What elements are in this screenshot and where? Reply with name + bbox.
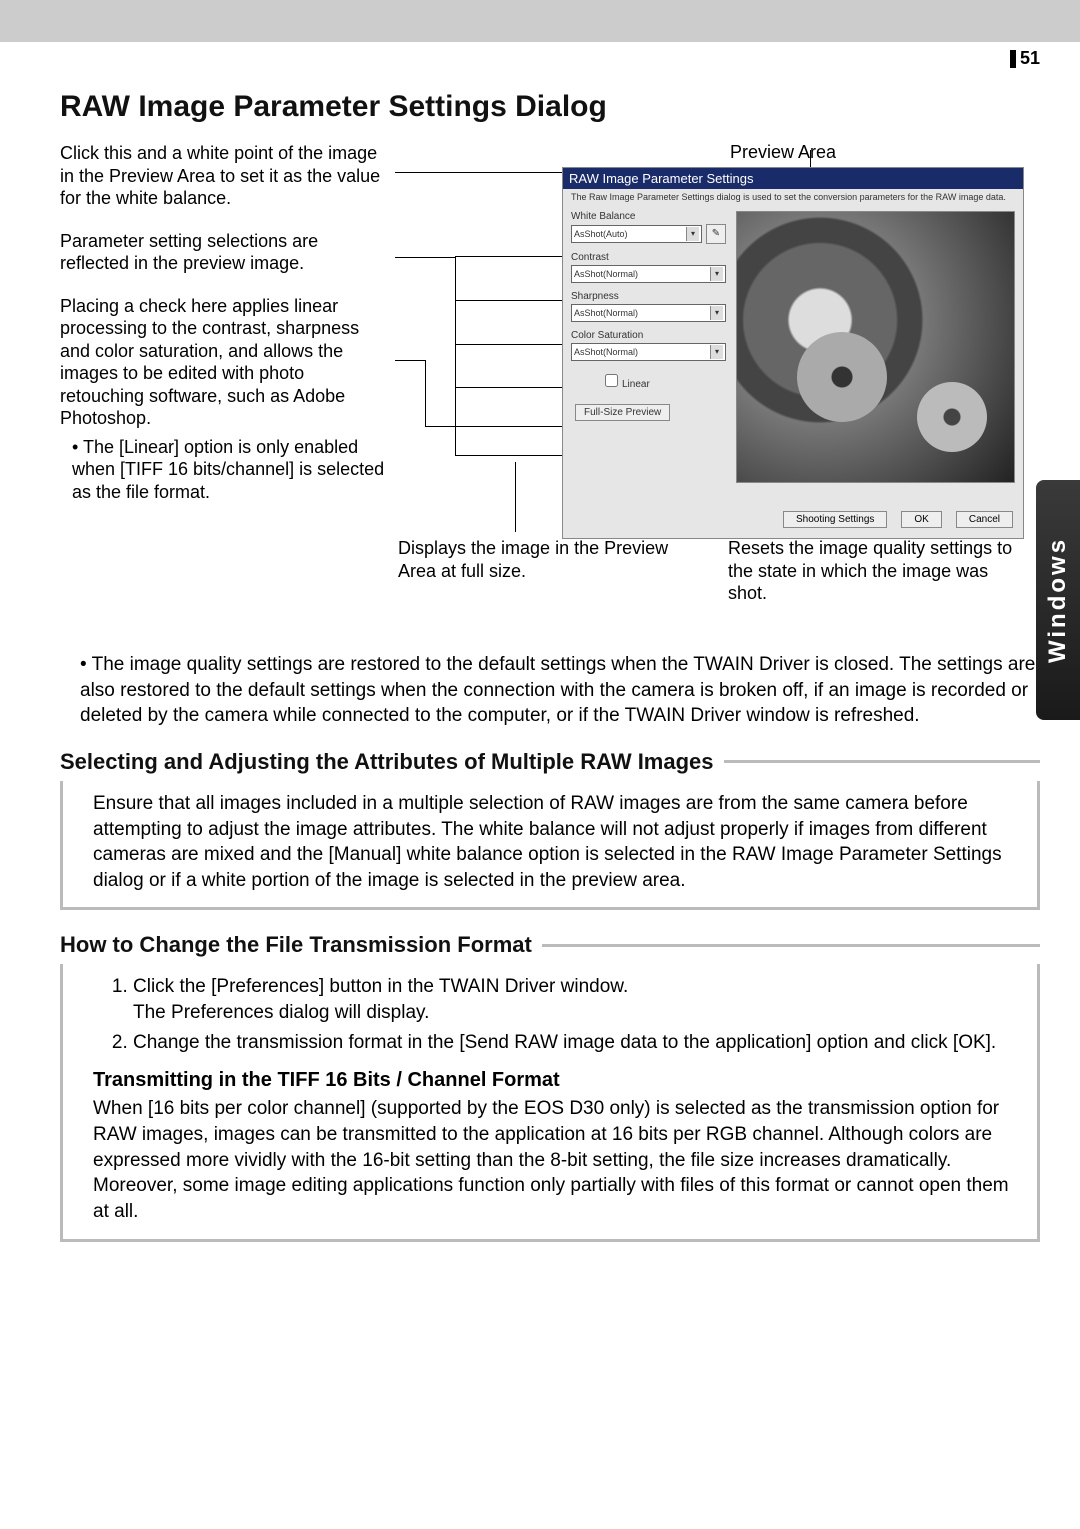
chevron-down-icon: ▾ <box>710 267 723 281</box>
heading-rule <box>542 944 1040 947</box>
note-eyedropper: Click this and a white point of the imag… <box>60 142 390 210</box>
linear-checkbox[interactable] <box>605 374 618 387</box>
ok-button[interactable]: OK <box>901 511 941 528</box>
preview-area-label: Preview Area <box>730 142 836 163</box>
sharpness-label: Sharpness <box>571 291 726 302</box>
side-tab-windows: Windows <box>1036 480 1080 720</box>
heading-file-format: How to Change the File Transmission Form… <box>60 932 532 958</box>
color-saturation-select[interactable]: AsShot(Normal)▾ <box>571 343 726 361</box>
preview-image <box>736 211 1015 483</box>
contrast-label: Contrast <box>571 252 726 263</box>
white-balance-select[interactable]: AsShot(Auto)▾ <box>571 225 702 243</box>
note-linear-sub: The [Linear] option is only enabled when… <box>72 436 390 504</box>
heading-multi-raw: Selecting and Adjusting the Attributes o… <box>60 749 714 775</box>
eyedropper-button[interactable]: ✎ <box>706 224 726 244</box>
page-title: RAW Image Parameter Settings Dialog <box>60 90 1040 124</box>
annotated-screenshot-area: Click this and a white point of the imag… <box>60 142 1040 642</box>
step-1: Click the [Preferences] button in the TW… <box>133 974 1023 1025</box>
note-params: Parameter setting selections are reflect… <box>60 230 390 275</box>
white-balance-label: White Balance <box>571 211 726 222</box>
chevron-down-icon: ▾ <box>686 227 699 241</box>
color-saturation-label: Color Saturation <box>571 330 726 341</box>
contrast-select[interactable]: AsShot(Normal)▾ <box>571 265 726 283</box>
sharpness-select[interactable]: AsShot(Normal)▾ <box>571 304 726 322</box>
subheading-tiff16: Transmitting in the TIFF 16 Bits / Chann… <box>93 1067 1023 1094</box>
caption-fullsize: Displays the image in the Preview Area a… <box>398 537 688 605</box>
step-2: Change the transmission format in the [S… <box>133 1030 1023 1056</box>
chevron-down-icon: ▾ <box>710 306 723 320</box>
shooting-settings-button[interactable]: Shooting Settings <box>783 511 887 528</box>
raw-dialog: RAW Image Parameter Settings The Raw Ima… <box>562 167 1024 539</box>
linear-checkbox-row: Linear <box>601 371 726 390</box>
note-linear: Placing a check here applies linear proc… <box>60 295 390 504</box>
box-multi-raw: Ensure that all images included in a mul… <box>60 781 1040 911</box>
dialog-description: The Raw Image Parameter Settings dialog … <box>563 189 1023 207</box>
top-gray-bar <box>0 0 1080 42</box>
box-file-format: Click the [Preferences] button in the TW… <box>60 964 1040 1241</box>
heading-rule <box>724 760 1040 763</box>
cancel-button[interactable]: Cancel <box>956 511 1013 528</box>
caption-shooting-settings: Resets the image quality settings to the… <box>728 537 1018 605</box>
dialog-title-bar: RAW Image Parameter Settings <box>563 168 1023 189</box>
bullet-restore-defaults: The image quality settings are restored … <box>80 652 1040 729</box>
chevron-down-icon: ▾ <box>710 345 723 359</box>
body-tiff16: When [16 bits per color channel] (suppor… <box>93 1096 1023 1224</box>
full-size-preview-button[interactable]: Full-Size Preview <box>575 404 670 421</box>
page-number: 51 <box>1010 48 1040 69</box>
